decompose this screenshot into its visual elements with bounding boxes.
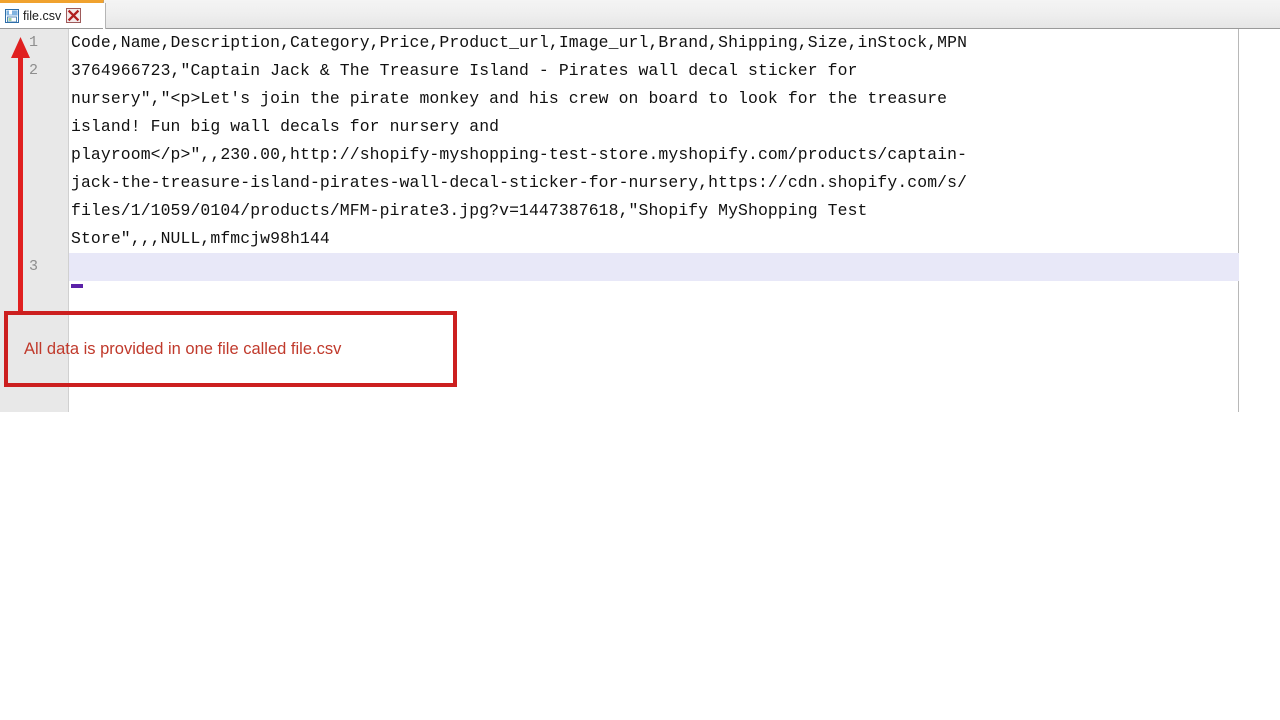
annotation-text: All data is provided in one file called … <box>24 339 342 358</box>
annotation-callout-box: All data is provided in one file called … <box>4 311 457 387</box>
code-line[interactable]: jack-the-treasure-island-pirates-wall-de… <box>69 169 1239 197</box>
code-line[interactable]: Code,Name,Description,Category,Price,Pro… <box>69 29 1239 57</box>
code-line[interactable]: 3764966723,"Captain Jack & The Treasure … <box>69 57 1239 85</box>
code-line-current[interactable] <box>69 253 1239 281</box>
annotation-arrow-icon <box>11 37 30 312</box>
text-caret <box>71 284 83 288</box>
code-line[interactable]: files/1/1059/0104/products/MFM-pirate3.j… <box>69 197 1239 225</box>
code-line[interactable]: island! Fun big wall decals for nursery … <box>69 113 1239 141</box>
tab-bar-background <box>0 0 1280 28</box>
tab-bar: file.csv <box>0 0 1280 31</box>
close-icon[interactable] <box>66 8 82 23</box>
tab-file-csv[interactable]: file.csv <box>0 0 106 31</box>
tab-label: file.csv <box>23 8 62 23</box>
code-line[interactable]: playroom</p>",,230.00,http://shopify-mys… <box>69 141 1239 169</box>
code-line[interactable]: Store",,,NULL,mfmcjw98h144 <box>69 225 1239 253</box>
code-line[interactable]: nursery","<p>Let's join the pirate monke… <box>69 85 1239 113</box>
save-floppy-icon <box>5 8 19 23</box>
